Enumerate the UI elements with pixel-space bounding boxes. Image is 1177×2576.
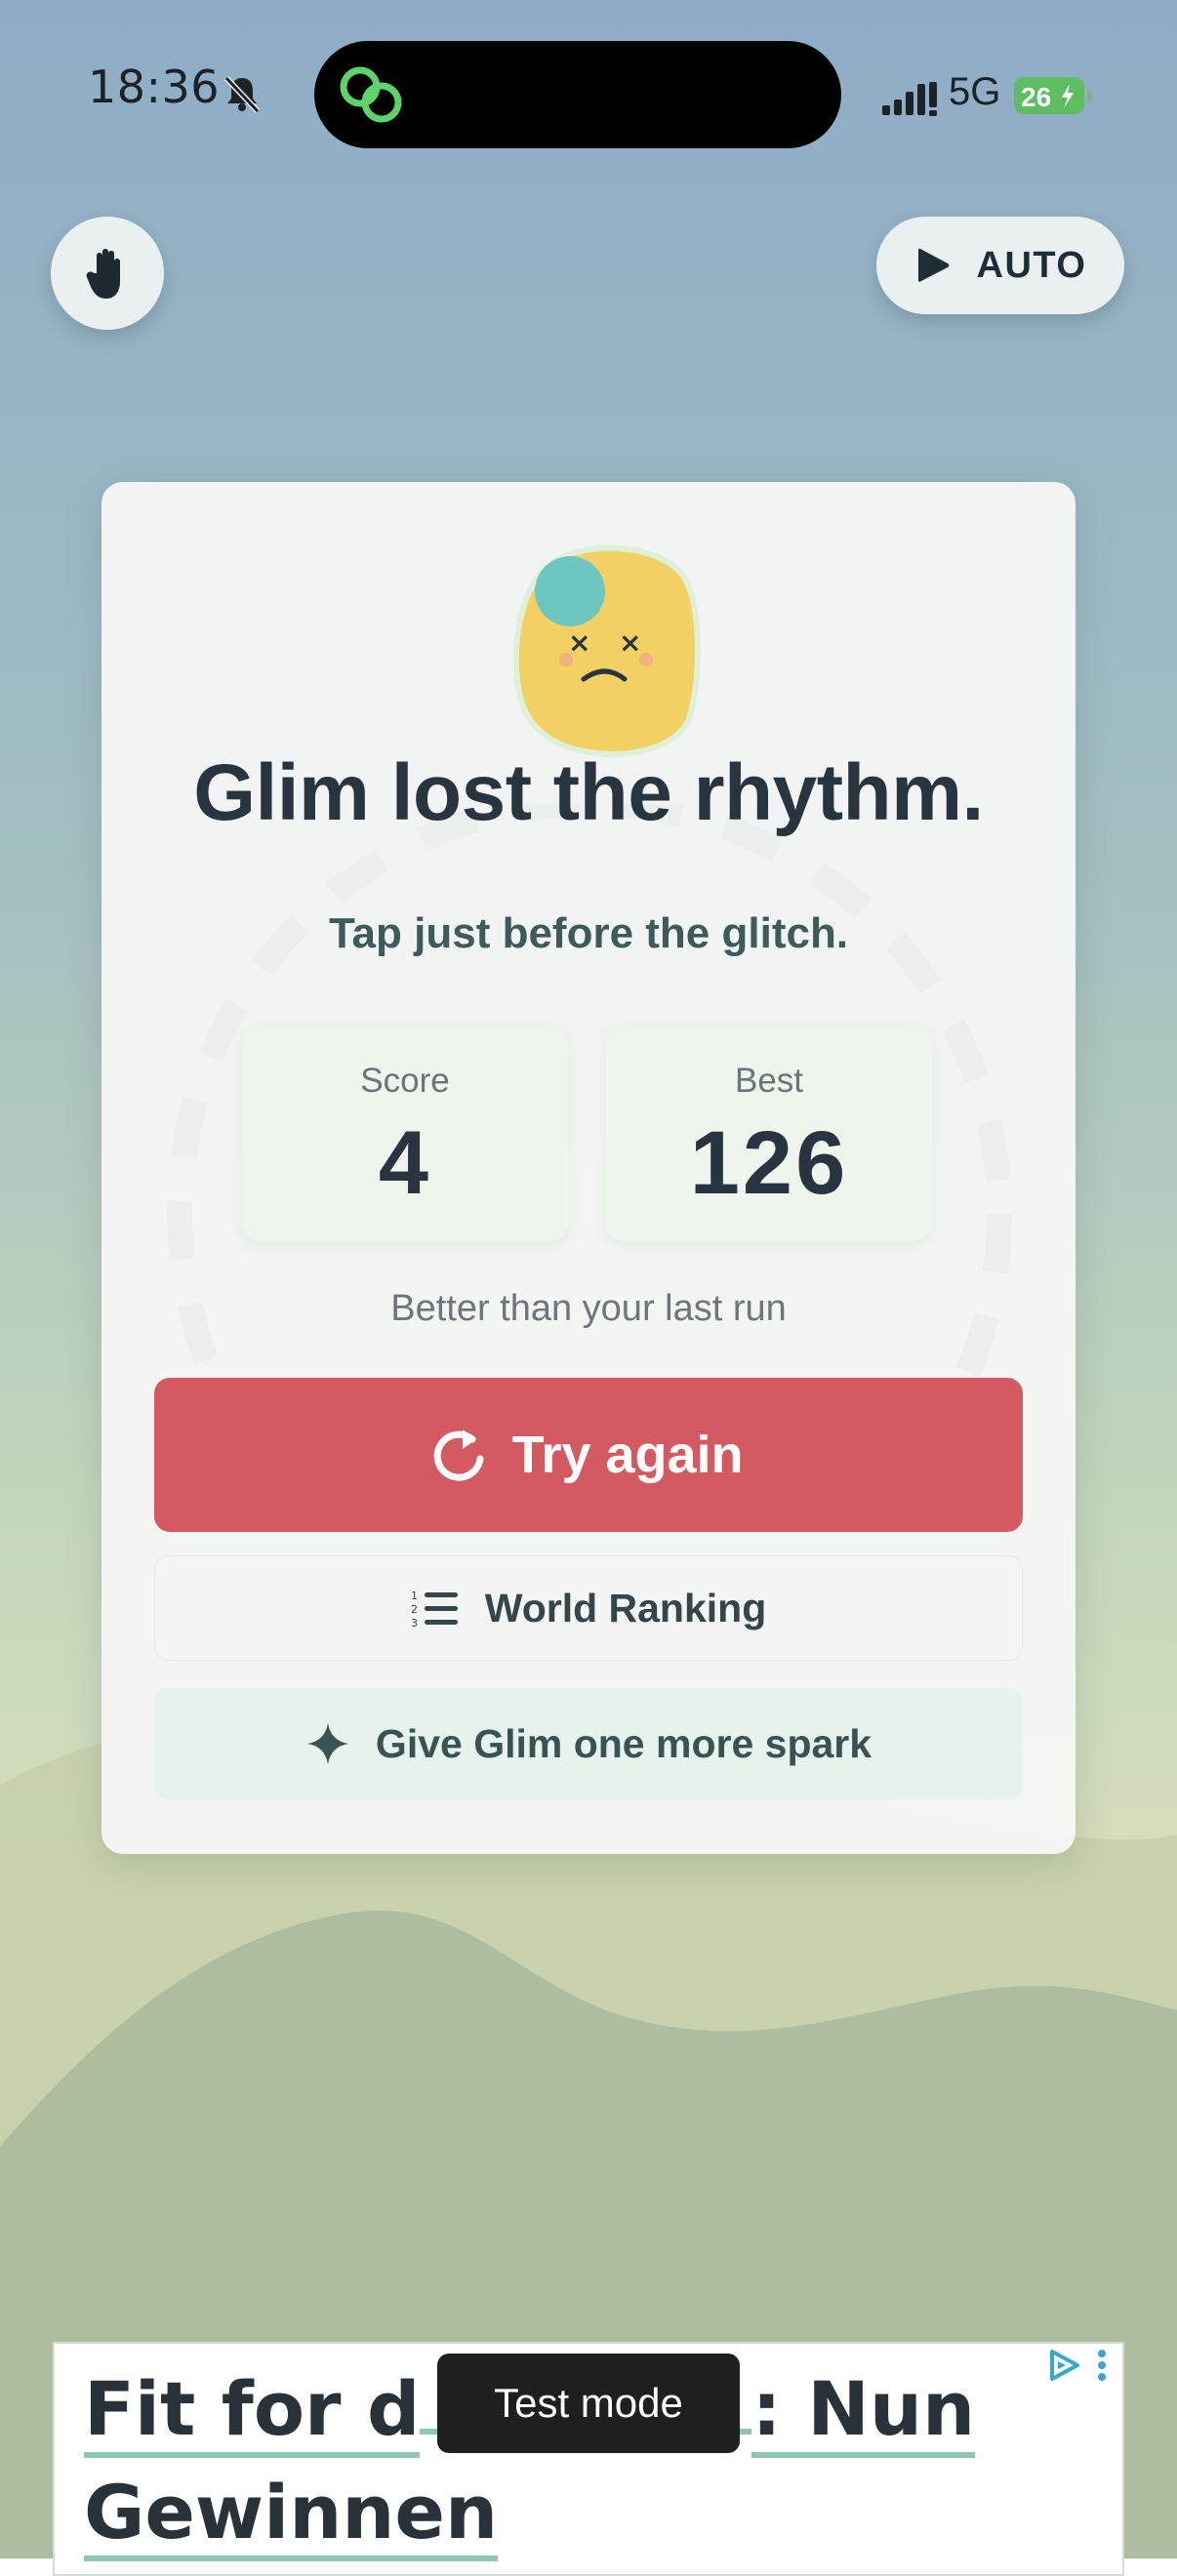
app-link-icon (340, 66, 402, 123)
ad-headline-start: Fit for d (84, 2365, 421, 2458)
auto-play-button[interactable]: AUTO (876, 217, 1124, 314)
svg-text:3: 3 (411, 1617, 418, 1629)
try-again-label: Try again (511, 1426, 744, 1484)
try-again-button[interactable]: Try again (154, 1378, 1023, 1532)
sparkle-icon (306, 1723, 348, 1764)
bell-slash-icon (223, 75, 261, 114)
signal-icon (882, 82, 937, 116)
ad-headline-end: : Nun (751, 2365, 976, 2458)
comparison-text: Better than your last run (390, 1288, 787, 1329)
network-type: 5G (949, 70, 1001, 113)
score-value: 4 (378, 1113, 432, 1213)
ad-controls (1046, 2348, 1109, 2383)
refresh-icon (434, 1429, 484, 1481)
svg-text:2: 2 (411, 1603, 418, 1616)
svg-text:×: × (568, 626, 590, 659)
ad-choices-icon[interactable] (1046, 2348, 1081, 2383)
extra-life-label: Give Glim one more spark (375, 1720, 873, 1766)
world-ranking-button[interactable]: 1 2 3 World Ranking (154, 1555, 1023, 1661)
score-box: Score 4 (242, 1026, 568, 1241)
game-over-title: Glim lost the rhythm. (193, 748, 984, 837)
battery-charging-icon: 26 (1013, 76, 1095, 115)
status-time: 18:36 (88, 60, 221, 113)
world-ranking-label: World Ranking (484, 1585, 767, 1630)
best-label: Best (734, 1062, 804, 1100)
pause-button[interactable] (51, 217, 164, 330)
svg-text:1: 1 (411, 1590, 418, 1602)
glim-character-icon: × × (512, 544, 702, 757)
best-score-box: Best 126 (606, 1026, 932, 1241)
score-label: Score (360, 1062, 450, 1100)
ranked-list-icon: 1 2 3 (411, 1590, 458, 1629)
play-icon (917, 248, 950, 282)
svg-text:×: × (619, 626, 641, 659)
best-value: 126 (689, 1113, 849, 1213)
ad-headline-line2: Gewinnen (84, 2469, 499, 2561)
test-mode-toast: Test mode (437, 2354, 740, 2453)
more-vertical-icon[interactable] (1095, 2348, 1109, 2383)
battery-level: 26 (1021, 82, 1051, 112)
extra-life-button[interactable]: Give Glim one more spark (154, 1688, 1023, 1799)
auto-label: AUTO (976, 244, 1087, 286)
hand-icon (86, 249, 120, 299)
game-hint: Tap just before the glitch. (328, 909, 849, 957)
test-mode-label: Test mode (494, 2380, 683, 2426)
